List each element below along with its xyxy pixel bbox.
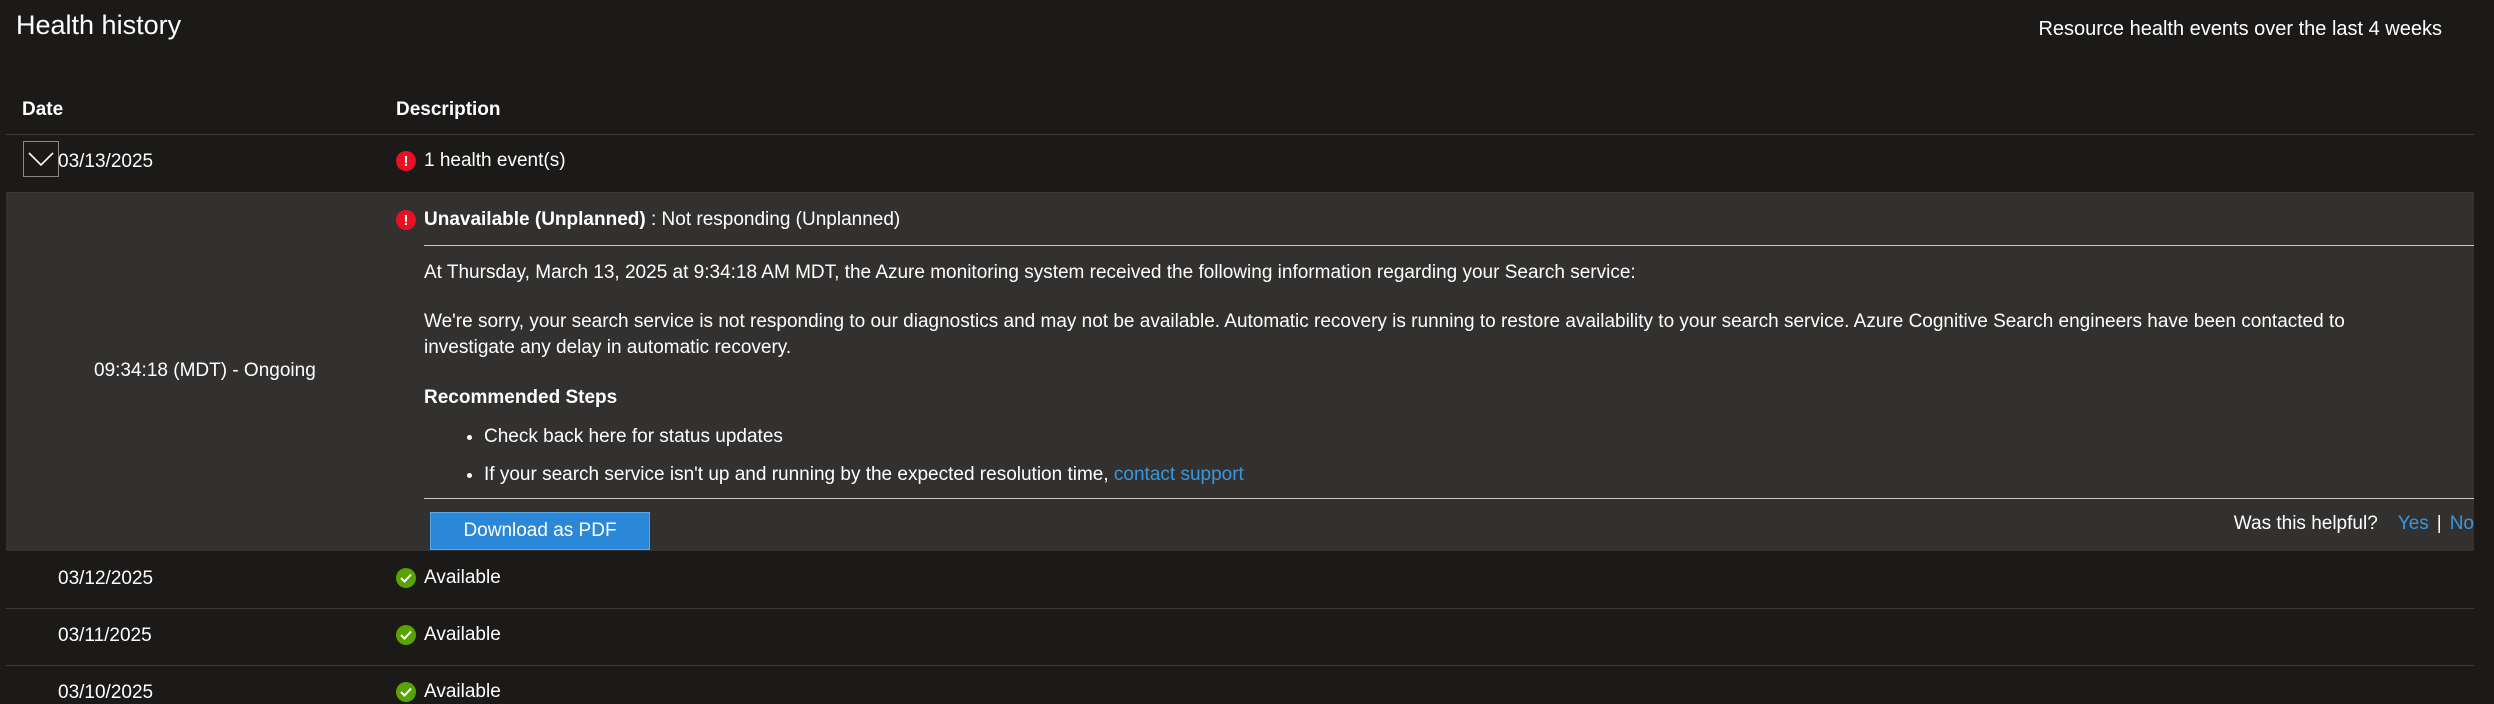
event-status: Unavailable (Unplanned) [424, 209, 646, 230]
column-header-description: Description [396, 99, 501, 120]
chevron-down-icon [28, 152, 54, 167]
check-circle-icon [396, 568, 416, 588]
event-heading: ! Unavailable (Unplanned) : Not respondi… [396, 209, 900, 231]
row-status: Available [424, 567, 501, 588]
table-row[interactable]: 03/11/2025 Available [6, 609, 2474, 666]
step-text: If your search service isn't up and runn… [484, 464, 1114, 485]
event-message: We're sorry, your search service is not … [424, 311, 2345, 358]
row-description: ! 1 health event(s) [396, 150, 566, 172]
check-circle-icon [396, 682, 416, 702]
event-time: 09:34:18 (MDT) - Ongoing [94, 360, 316, 381]
step-text: Check back here for status updates [484, 426, 783, 447]
error-circle-icon: ! [396, 151, 416, 171]
table-row[interactable]: 03/12/2025 Available [6, 552, 2474, 609]
feedback-question: Was this helpful? [2233, 513, 2378, 534]
feedback-no-link[interactable]: No [2450, 513, 2474, 535]
row-date: 03/10/2025 [58, 682, 154, 703]
list-item: If your search service isn't up and runn… [484, 459, 1244, 497]
row-description: Available [396, 567, 501, 589]
row-description: Available [396, 624, 501, 646]
feedback-separator: | [2436, 513, 2442, 534]
table-row-expanded[interactable]: 03/13/2025 ! 1 health event(s) [6, 135, 2474, 193]
page-title: Health history [16, 10, 182, 40]
row-date: 03/11/2025 [58, 625, 152, 646]
row-status: Available [424, 681, 501, 702]
divider [424, 245, 2474, 246]
check-circle-icon [396, 625, 416, 645]
error-circle-icon: ! [396, 210, 416, 230]
feedback-prompt: Was this helpful? Yes | No [2234, 513, 2474, 535]
row-date: 03/13/2025 [58, 151, 154, 172]
contact-support-link[interactable]: contact support [1114, 464, 1244, 485]
event-detail-panel: 09:34:18 (MDT) - Ongoing ! Unavailable (… [6, 193, 2474, 551]
list-item: Check back here for status updates [484, 421, 1244, 459]
divider [424, 498, 2474, 499]
page-subtitle: Resource health events over the last 4 w… [2038, 18, 2442, 40]
recommended-steps-list: Check back here for status updates If yo… [424, 421, 1244, 497]
row-description: Available [396, 681, 501, 703]
table-row[interactable]: 03/10/2025 Available [6, 666, 2474, 703]
feedback-yes-link[interactable]: Yes [2398, 513, 2429, 535]
recommended-steps-title: Recommended Steps [424, 387, 618, 408]
row-summary: 1 health event(s) [424, 150, 566, 171]
row-date: 03/12/2025 [58, 568, 154, 589]
download-pdf-button[interactable]: Download as PDF [430, 512, 650, 550]
event-status-detail: : Not responding (Unplanned) [645, 209, 901, 230]
event-info-line: At Thursday, March 13, 2025 at 9:34:18 A… [424, 262, 1636, 283]
column-header-date: Date [22, 99, 64, 120]
row-status: Available [424, 624, 501, 645]
expand-toggle-button[interactable] [23, 141, 59, 177]
table-header: Date Description [6, 86, 2474, 135]
